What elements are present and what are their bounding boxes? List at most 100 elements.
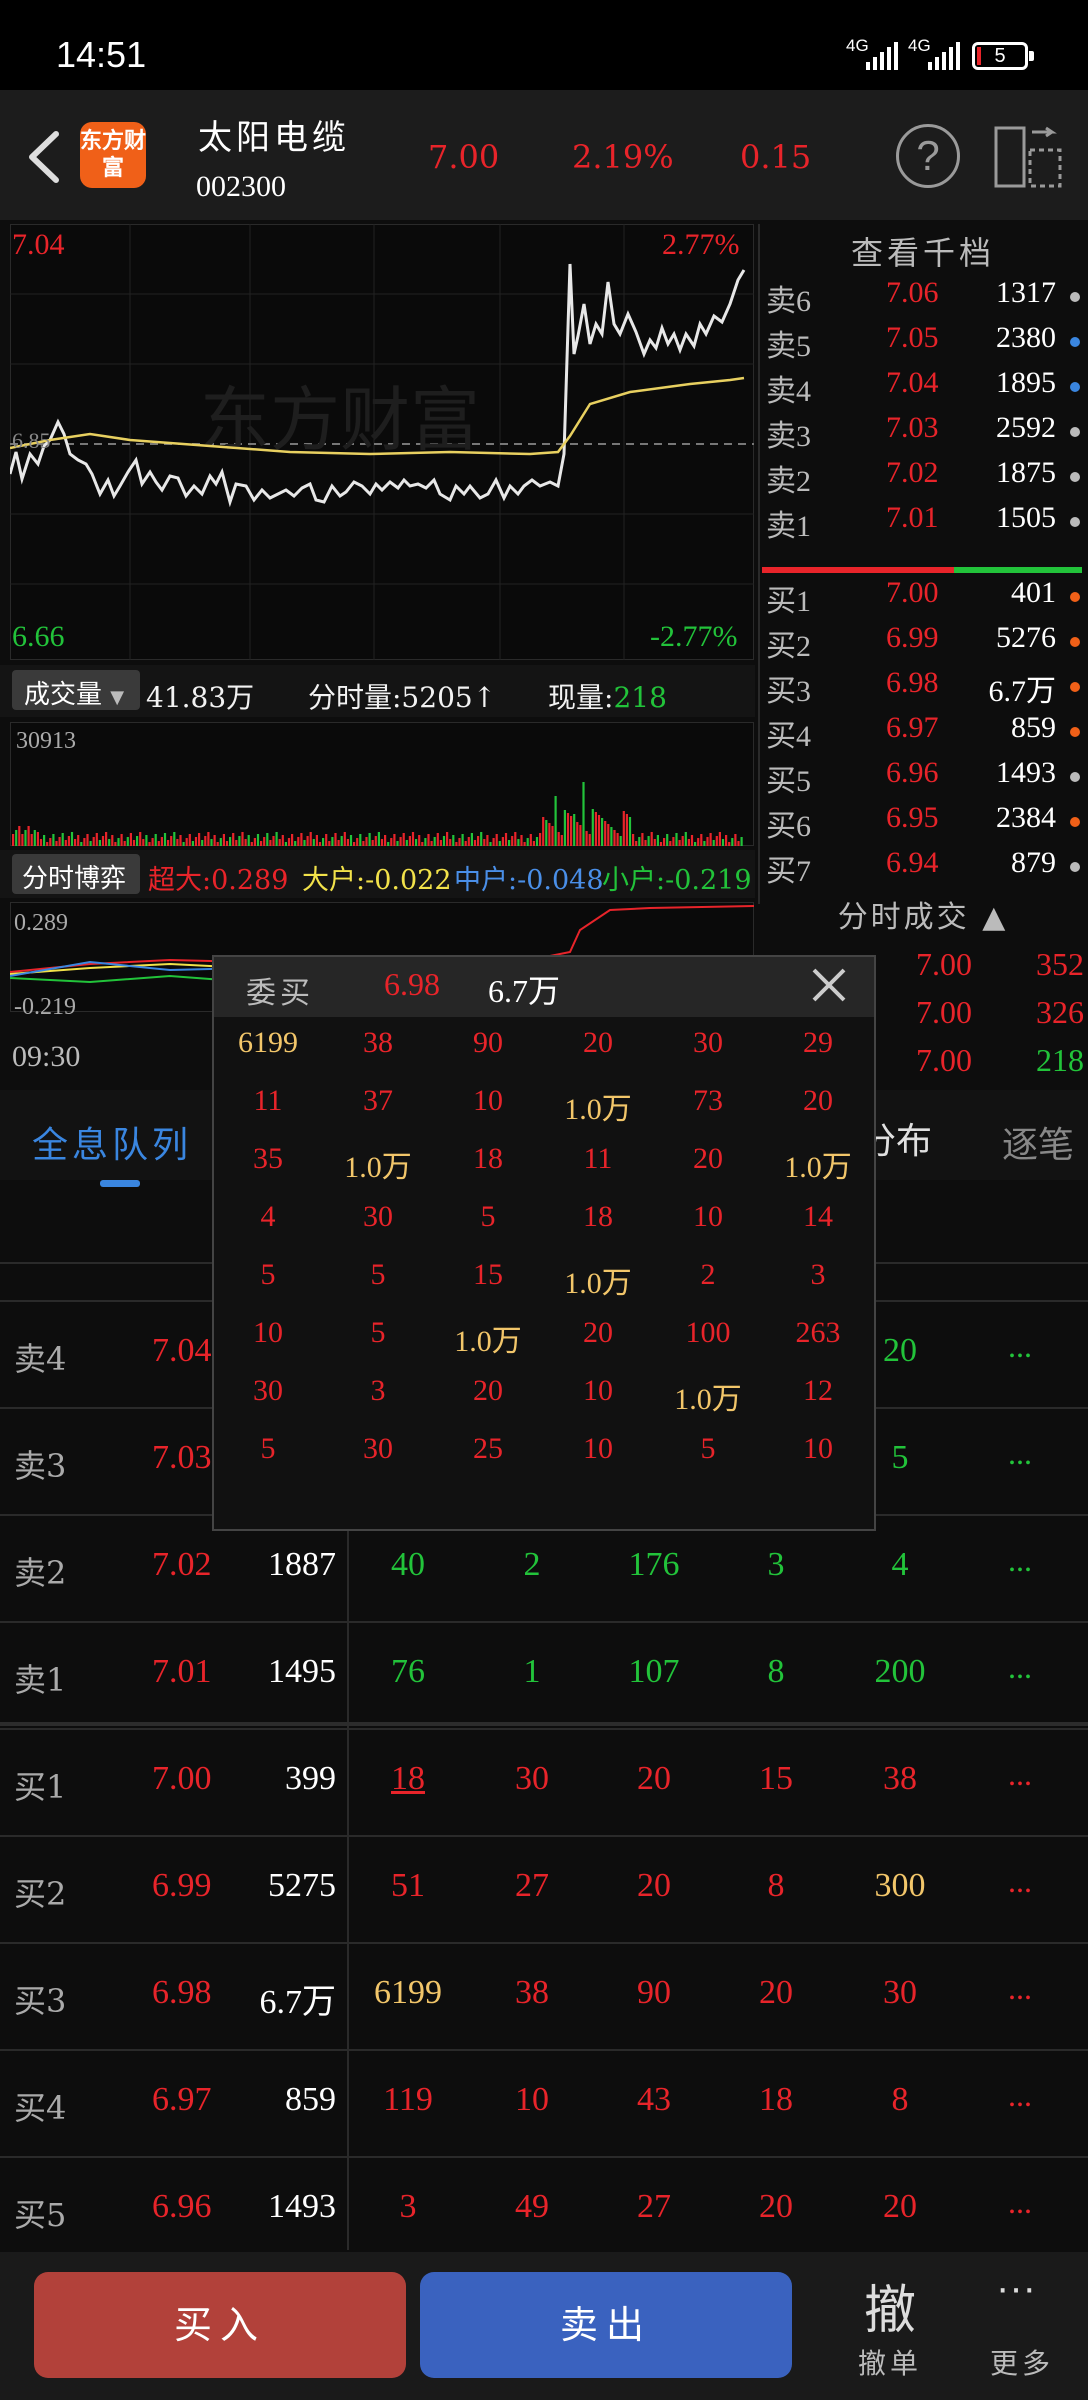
queue-order-cell[interactable]: 76 — [358, 1653, 458, 1691]
queue-order-cell[interactable]: 1 — [482, 1653, 582, 1691]
tab-tick-by-tick[interactable]: 逐笔 — [1002, 1116, 1074, 1168]
volume-bar-mark — [365, 837, 368, 846]
more-icon[interactable]: ··· — [996, 2266, 1036, 2311]
queue-row[interactable]: 买4 6.97 859 119 10 43 18 8... — [0, 2049, 1088, 2155]
close-icon[interactable] — [806, 962, 852, 1008]
queue-row[interactable]: 买5 6.96 1493 3 49 27 20 20... — [0, 2156, 1088, 2262]
volume-indicator-select[interactable]: 成交量 ▼ — [12, 670, 140, 710]
more-button[interactable]: 更多 — [990, 2342, 1054, 2382]
queue-more-icon[interactable]: ... — [1008, 1542, 1032, 1579]
queue-order-cell[interactable]: 43 — [604, 2081, 704, 2119]
order-book-row[interactable]: 买6 6.95 2384 — [764, 801, 1084, 847]
queue-order-cell[interactable]: 27 — [604, 2188, 704, 2226]
queue-order-cell[interactable]: 3 — [358, 2188, 458, 2226]
queue-order-cell[interactable]: 38 — [482, 1974, 582, 2012]
queue-order-cell[interactable]: 20 — [604, 1867, 704, 1905]
queue-order-cell[interactable]: 300 — [850, 1867, 950, 1905]
queue-order-cell[interactable]: 18 — [358, 1760, 458, 1798]
queue-order-cell[interactable]: 20 — [726, 1974, 826, 2012]
queue-more-icon[interactable]: ... — [1008, 2077, 1032, 2114]
queue-order-cell[interactable]: 2 — [482, 1546, 582, 1584]
order-book-row[interactable]: 买4 6.97 859 — [764, 711, 1084, 757]
volume-bar-mark — [619, 836, 622, 846]
order-book-row[interactable]: 买1 7.00 401 — [764, 576, 1084, 622]
queue-order-cell[interactable]: 10 — [482, 2081, 582, 2119]
queue-row[interactable]: 买3 6.98 6.7万 6199 38 90 20 30... — [0, 1942, 1088, 2048]
tick-trades-toggle[interactable]: 分时成交 ▲ — [758, 892, 1088, 936]
signal-icon — [866, 40, 898, 70]
book-volume: 1875 — [996, 456, 1056, 489]
order-book-row[interactable]: 卖5 7.05 2380 — [764, 321, 1084, 367]
queue-order-cell[interactable]: 20 — [726, 2188, 826, 2226]
fund-game-select[interactable]: 分时博弈 ▼ — [12, 854, 140, 923]
queue-order-cell[interactable]: 8 — [726, 1653, 826, 1691]
queue-price: 6.96 — [152, 2188, 212, 2225]
order-book-row[interactable]: 卖2 7.02 1875 — [764, 456, 1084, 502]
back-arrow-icon[interactable] — [26, 130, 60, 184]
queue-order-cell[interactable]: 3 — [726, 1546, 826, 1584]
queue-more-icon[interactable]: ... — [1008, 1970, 1032, 2007]
order-book-row[interactable]: 买2 6.99 5276 — [764, 621, 1084, 667]
queue-more-icon[interactable]: ... — [1008, 2184, 1032, 2221]
queue-order-cell[interactable]: 27 — [482, 1867, 582, 1905]
queue-order-cell[interactable]: 90 — [604, 1974, 704, 2012]
sell-button[interactable]: 卖出 — [420, 2272, 792, 2378]
queue-order-cell[interactable]: 30 — [482, 1760, 582, 1798]
queue-order-cell[interactable]: 15 — [726, 1760, 826, 1798]
queue-order-cell[interactable]: 8 — [726, 1867, 826, 1905]
volume-chart[interactable] — [10, 722, 754, 846]
intraday-price-chart[interactable]: 东方财富 — [10, 224, 754, 660]
volume-bar-mark — [46, 842, 49, 846]
queue-order-cell[interactable]: 200 — [850, 1653, 950, 1691]
order-book-row[interactable]: 买5 6.96 1493 — [764, 756, 1084, 802]
order-book-row[interactable]: 卖4 7.04 1895 — [764, 366, 1084, 412]
queue-more-icon[interactable]: ... — [1008, 1435, 1032, 1472]
queue-order-cell[interactable]: 107 — [604, 1653, 704, 1691]
order-book-row[interactable]: 卖1 7.01 1505 — [764, 501, 1084, 547]
queue-row[interactable]: 买2 6.99 5275 51 27 20 8 300... — [0, 1835, 1088, 1941]
popup-order-cell: 37 — [363, 1084, 393, 1117]
queue-more-icon[interactable]: ... — [1008, 1756, 1032, 1793]
order-book-row[interactable]: 买7 6.94 879 — [764, 846, 1084, 892]
order-book-row[interactable]: 卖6 7.06 1317 — [764, 276, 1084, 322]
queue-order-cell[interactable]: 51 — [358, 1867, 458, 1905]
queue-order-cell[interactable]: 20 — [850, 2188, 950, 2226]
cancel-order-icon[interactable]: 撤 — [864, 2268, 916, 2343]
volume-bar-mark — [672, 837, 675, 846]
queue-order-cell[interactable]: 20 — [604, 1760, 704, 1798]
queue-order-cell[interactable]: 119 — [358, 2081, 458, 2119]
volume-bar-mark — [473, 840, 477, 846]
order-book-row[interactable]: 卖3 7.03 2592 — [764, 411, 1084, 457]
queue-order-cell[interactable]: 176 — [604, 1546, 704, 1584]
volume-bar-mark — [715, 836, 718, 846]
queue-order-cell[interactable]: 4 — [850, 1546, 950, 1584]
volume-bar-mark — [309, 832, 312, 846]
queue-more-icon[interactable]: ... — [1008, 1649, 1032, 1686]
queue-row[interactable]: 买1 7.00 399 18 30 20 15 38... — [0, 1728, 1088, 1834]
buy-button[interactable]: 买入 — [34, 2272, 406, 2378]
queue-row[interactable]: 卖1 7.01 1495 76 1 107 8 200... — [0, 1621, 1088, 1727]
view-depth-button[interactable]: 查看千档 — [758, 228, 1088, 274]
popup-order-cell: 1.0万 — [674, 1383, 742, 1416]
queue-order-cell[interactable]: 38 — [850, 1760, 950, 1798]
current-volume: 现量:218 — [548, 681, 667, 714]
popup-order-cell: 11 — [253, 1084, 283, 1117]
volume-bar-mark — [219, 838, 222, 846]
popup-order-cell: 5 — [370, 1316, 386, 1349]
queue-order-cell[interactable]: 8 — [850, 2081, 950, 2119]
queue-order-cell[interactable]: 18 — [726, 2081, 826, 2119]
volume-bar-mark — [120, 834, 123, 846]
help-icon[interactable]: ? — [896, 124, 960, 188]
queue-order-cell[interactable]: 49 — [482, 2188, 582, 2226]
volume-bar-mark — [39, 839, 43, 846]
order-book-row[interactable]: 买3 6.98 6.7万 — [764, 666, 1084, 712]
tab-queue[interactable]: 全息队列 — [32, 1116, 192, 1168]
queue-order-cell[interactable]: 30 — [850, 1974, 950, 2012]
queue-order-cell[interactable]: 40 — [358, 1546, 458, 1584]
queue-more-icon[interactable]: ... — [1008, 1863, 1032, 1900]
landscape-switch-icon[interactable] — [994, 126, 1062, 188]
queue-order-cell[interactable]: 6199 — [358, 1974, 458, 2012]
volume-bar-mark — [557, 832, 560, 846]
queue-more-icon[interactable]: ... — [1008, 1328, 1032, 1365]
cancel-order-button[interactable]: 撤单 — [858, 2342, 922, 2382]
